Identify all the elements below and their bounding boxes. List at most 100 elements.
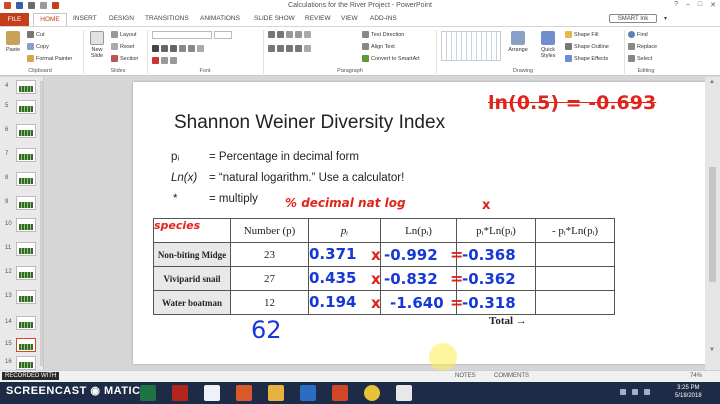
comments-button[interactable]: COMMENTS <box>494 373 529 379</box>
tab-home[interactable]: HOME <box>33 13 67 26</box>
neg-prod-cell <box>535 290 615 315</box>
text-direction-button[interactable]: Text Direction <box>362 31 404 38</box>
powerpoint-taskbar-icon[interactable] <box>332 385 348 401</box>
file-explorer-icon[interactable] <box>268 385 284 401</box>
paste-button[interactable]: Paste <box>3 31 23 53</box>
slide-thumbnail[interactable] <box>16 196 36 210</box>
tab-view[interactable]: VIEW <box>341 15 358 22</box>
cursor-highlight <box>429 343 457 371</box>
thumbnail-preview <box>19 322 33 328</box>
new-slide-button[interactable]: New Slide <box>86 31 108 59</box>
slide-thumbnail[interactable] <box>16 356 36 370</box>
close-button[interactable]: ✕ <box>710 1 716 9</box>
notes-button[interactable]: NOTES <box>455 373 476 379</box>
slide-thumbnail[interactable] <box>16 218 36 232</box>
font-color-buttons[interactable] <box>152 57 177 64</box>
tab-insert[interactable]: INSERT <box>73 15 97 22</box>
scissors-icon <box>27 31 34 38</box>
tab-review[interactable]: REVIEW <box>305 15 331 22</box>
scroll-up-icon[interactable]: ▲ <box>709 79 715 85</box>
replace-label: Replace <box>637 43 658 50</box>
ink-pi-value: 0.194 <box>309 293 357 311</box>
thumbnail-scrollbar[interactable] <box>40 81 43 366</box>
layout-button[interactable]: Layout <box>111 31 137 38</box>
arrange-button[interactable]: Arrange <box>507 31 529 53</box>
smart-ink-button[interactable]: SMART Ink <box>609 14 657 23</box>
align-text-label: Align Text <box>371 43 395 50</box>
slide-thumbnail[interactable] <box>16 242 36 256</box>
thumbnail-preview <box>19 130 33 136</box>
slide-thumbnail[interactable] <box>16 266 36 280</box>
window-title: Calculations for the River Project - Pow… <box>288 2 432 9</box>
reset-button[interactable]: Reset <box>111 43 134 50</box>
copy-button[interactable]: Copy <box>27 43 49 50</box>
tab-file[interactable]: FILE <box>0 13 29 26</box>
paint-icon[interactable] <box>204 385 220 401</box>
effects-icon <box>565 55 572 62</box>
shapes-gallery[interactable] <box>441 31 501 61</box>
table-row: Water boatman 12 <box>153 290 615 315</box>
slide-thumbnail[interactable] <box>16 80 36 94</box>
zoom-level[interactable]: 74% <box>690 373 702 379</box>
find-button[interactable]: Find <box>628 31 648 38</box>
cut-button[interactable]: Cut <box>27 31 45 38</box>
acrobat-icon[interactable] <box>172 385 188 401</box>
shape-fill-button[interactable]: Shape Fill <box>565 31 598 38</box>
ink-product-value: -0.362 <box>462 270 516 288</box>
tray-flag-icon[interactable] <box>644 389 650 395</box>
thumbnail-number: 12 <box>5 269 12 275</box>
header-cell: - pᵢ*Ln(pᵢ) <box>535 218 615 243</box>
convert-smartart-button[interactable]: Convert to SmartArt <box>362 55 420 62</box>
firefox-icon[interactable] <box>236 385 252 401</box>
align-text-button[interactable]: Align Text <box>362 43 395 50</box>
align-buttons[interactable] <box>268 45 311 52</box>
thumbnail-number: 8 <box>5 175 9 181</box>
divider <box>263 30 264 74</box>
slide-thumbnail[interactable] <box>16 290 36 304</box>
replace-button[interactable]: Replace <box>628 43 657 50</box>
slide-thumbnail[interactable] <box>16 172 36 186</box>
scroll-thumb[interactable] <box>709 167 716 282</box>
scroll-down-icon[interactable]: ▼ <box>709 347 715 353</box>
select-button[interactable]: Select <box>628 55 652 62</box>
tab-slide-show[interactable]: SLIDE SHOW <box>254 15 295 22</box>
help-button[interactable]: ? <box>674 1 678 9</box>
list-buttons[interactable] <box>268 31 311 38</box>
chrome-icon[interactable] <box>364 385 380 401</box>
vertical-scrollbar[interactable]: ▲ ▼ <box>705 77 720 370</box>
minimize-button[interactable]: – <box>686 1 690 9</box>
slide-thumbnail[interactable] <box>16 100 36 114</box>
notepad-icon[interactable] <box>396 385 412 401</box>
shape-outline-label: Shape Outline <box>574 43 609 50</box>
header-cell: pᵢ*Ln(pᵢ) <box>456 218 536 243</box>
tab-transitions[interactable]: TRANSITIONS <box>145 15 189 22</box>
tab-add-ins[interactable]: ADD-INS <box>370 15 397 22</box>
account-icon[interactable]: ▾ <box>664 15 667 22</box>
copy-icon <box>27 43 34 50</box>
tab-design[interactable]: DESIGN <box>109 15 134 22</box>
thumbnail-number: 14 <box>5 319 12 325</box>
slide-thumbnail[interactable] <box>16 124 36 138</box>
section-button[interactable]: Section <box>111 55 138 62</box>
excel-icon[interactable] <box>140 385 156 401</box>
maximize-button[interactable]: □ <box>698 1 702 9</box>
thumbnail-number: 13 <box>5 293 12 299</box>
font-style-buttons[interactable] <box>152 45 204 52</box>
slide-thumbnail[interactable] <box>16 148 36 162</box>
quick-styles-button[interactable]: Quick Styles <box>534 31 562 59</box>
shape-outline-button[interactable]: Shape Outline <box>565 43 609 50</box>
thumbnail-preview <box>19 154 33 160</box>
outlook-icon[interactable] <box>300 385 316 401</box>
system-clock[interactable]: 3:25 PM 5/18/2018 <box>675 384 702 400</box>
ink-product-value: -0.318 <box>462 294 516 312</box>
tray-volume-icon[interactable] <box>632 389 638 395</box>
format-painter-button[interactable]: Format Painter <box>27 55 72 62</box>
species-cell: Viviparid snail <box>153 266 231 291</box>
tray-network-icon[interactable] <box>620 389 626 395</box>
shape-effects-button[interactable]: Shape Effects <box>565 55 608 62</box>
tab-animations[interactable]: ANIMATIONS <box>200 15 240 22</box>
font-group-label: Font <box>199 68 211 74</box>
slide-thumbnail[interactable] <box>16 338 36 352</box>
slide-thumbnail[interactable] <box>16 316 36 330</box>
font-name-box[interactable] <box>152 31 232 39</box>
